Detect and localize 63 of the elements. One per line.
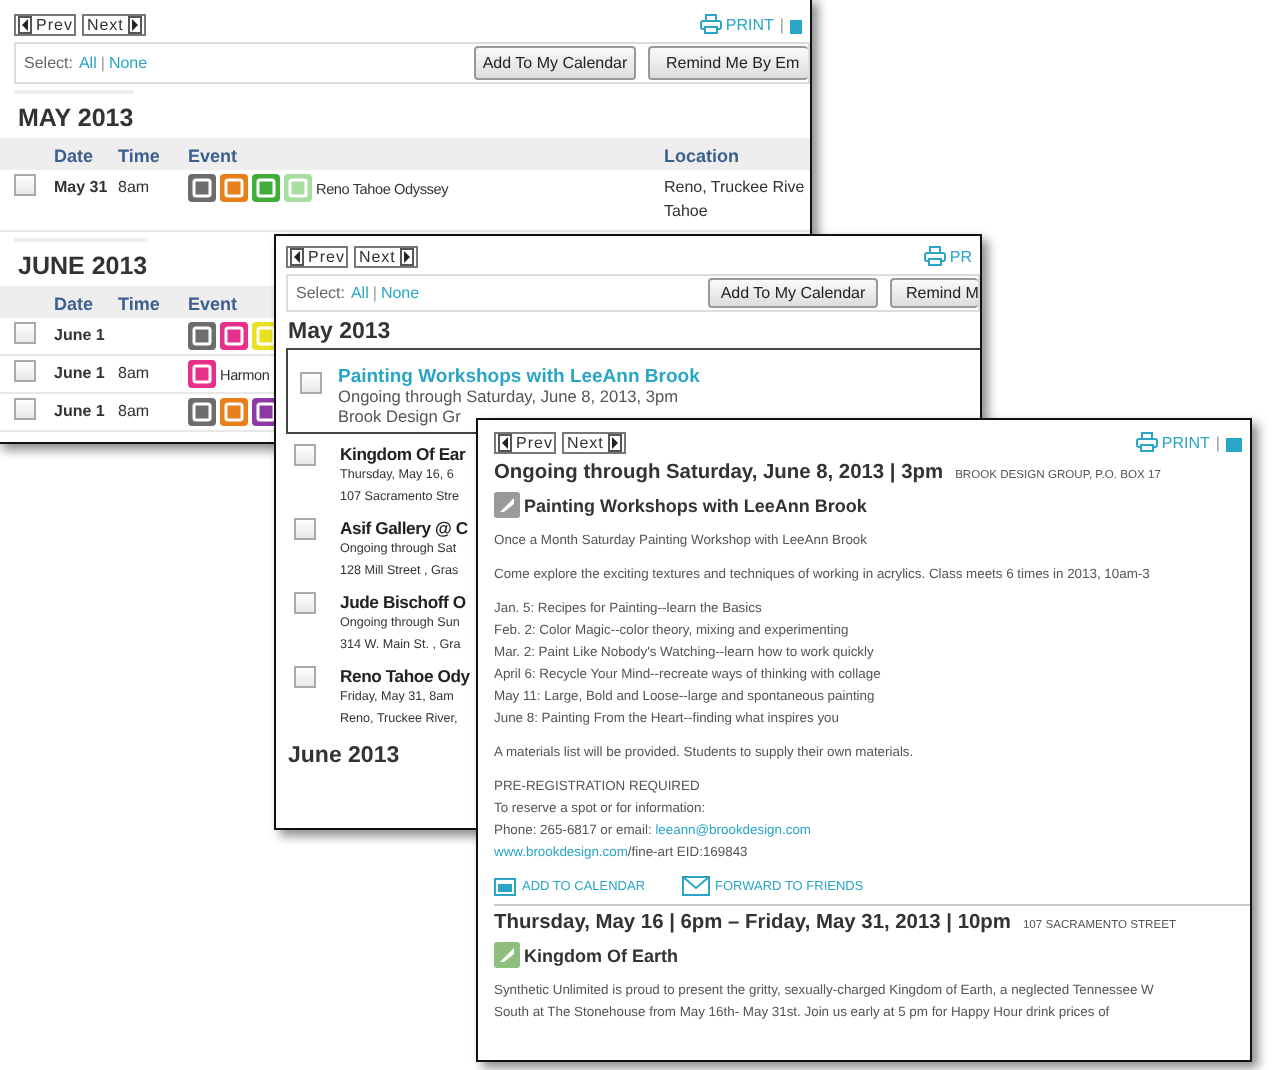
- column-header: Time: [118, 146, 160, 166]
- prev-button[interactable]: Prev: [286, 245, 349, 267]
- event-date-heading: Thursday, May 16 | 6pm – Friday, May 31, 2013 | 10pm: [494, 912, 1011, 934]
- date-cell-text: May 31: [54, 176, 110, 196]
- next-button[interactable]: Next: [354, 245, 418, 267]
- event-title: Painting Workshops with LeeAnn Brook: [524, 495, 867, 515]
- location-text: Tahoe: [664, 202, 710, 222]
- event-title: Kingdom Of Earth: [524, 945, 678, 965]
- date-cell-text: June 1: [54, 362, 107, 382]
- checkbox[interactable]: [14, 360, 36, 382]
- select-label: Select:: [24, 54, 73, 72]
- next-button[interactable]: Next: [562, 431, 626, 453]
- column-header: Date: [54, 146, 94, 166]
- separator: |: [1215, 433, 1220, 451]
- checkbox[interactable]: [14, 398, 36, 420]
- checkbox[interactable]: [300, 372, 322, 394]
- remind-button[interactable]: Remind Me By Em: [648, 46, 808, 80]
- envelope-icon: [681, 876, 710, 896]
- add-to-calendar-button[interactable]: Add To My Calendar: [708, 278, 878, 308]
- event-date-heading: Ongoing through Saturday, June 8, 2013 | 3pm: [494, 462, 944, 484]
- column-header: Event: [188, 146, 238, 166]
- column-header: Event: [188, 294, 238, 314]
- right-arrow-icon: [127, 15, 142, 33]
- event-title[interactable]: Jude Bischoff O: [340, 591, 466, 612]
- column-header: Date: [54, 294, 94, 314]
- left-arrow-icon: [498, 433, 512, 451]
- event-title[interactable]: Kingdom Of Ear: [340, 443, 466, 464]
- prev-button[interactable]: Prev: [14, 13, 77, 35]
- checkbox[interactable]: [294, 591, 316, 614]
- checkbox[interactable]: [294, 665, 316, 688]
- event-detail-text: Brook Design Gr: [338, 407, 463, 426]
- separator: |: [100, 54, 105, 72]
- remind-button[interactable]: Remind M: [890, 278, 978, 308]
- date-cell-text: June 1: [54, 324, 107, 344]
- left-arrow-icon: [18, 15, 32, 33]
- checkbox[interactable]: [14, 322, 36, 344]
- checkbox[interactable]: [14, 174, 36, 196]
- separator: |: [779, 15, 784, 33]
- separator: |: [372, 284, 377, 302]
- event-detail-text: Ongoing through Saturday, June 8, 2013, 3pm: [338, 388, 681, 408]
- next-button[interactable]: Next: [82, 13, 146, 35]
- month-heading: May 2013: [286, 318, 391, 348]
- checkbox[interactable]: [294, 517, 316, 540]
- column-header: Time: [118, 294, 160, 314]
- column-header: Location: [664, 146, 739, 166]
- checkbox[interactable]: [294, 443, 316, 466]
- printer-icon: [1135, 432, 1158, 452]
- prev-button[interactable]: Prev: [494, 431, 557, 453]
- left-arrow-icon: [290, 247, 304, 265]
- event-title[interactable]: Reno Tahoe Ody: [340, 665, 470, 686]
- date-cell-text: June 1: [54, 400, 107, 420]
- add-to-calendar-button[interactable]: Add To My Calendar: [474, 46, 636, 80]
- time-cell: 8am: [118, 178, 150, 196]
- right-arrow-icon: [607, 433, 622, 451]
- location-text: Reno, Truckee Rive: [664, 178, 805, 198]
- select-label: Select:: [296, 284, 345, 302]
- time-cell: 8am: [118, 402, 150, 420]
- event-title[interactable]: Asif Gallery @ C: [340, 517, 468, 538]
- printer-icon: [923, 246, 946, 266]
- time-cell: 8am: [118, 364, 150, 382]
- month-heading: June 2013: [286, 741, 400, 772]
- right-arrow-icon: [399, 247, 414, 265]
- printer-icon: [699, 14, 722, 34]
